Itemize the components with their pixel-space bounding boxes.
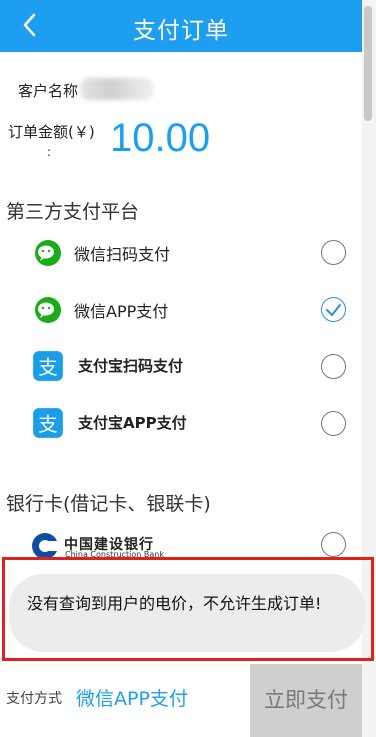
payment-method-label: 支付方式	[6, 691, 62, 707]
payment-option-label: 微信APP支付	[74, 302, 169, 321]
wechat-icon	[35, 240, 61, 266]
radio-unchecked[interactable]	[321, 354, 346, 379]
alipay-icon: 支	[33, 408, 63, 438]
svg-text:支: 支	[38, 413, 57, 436]
radio-checked[interactable]	[321, 297, 346, 322]
payment-option-wechat-scan[interactable]: 微信扫码支付	[0, 228, 362, 276]
payment-option-wechat-app[interactable]: 微信APP支付	[0, 285, 362, 333]
radio-unchecked[interactable]	[321, 411, 346, 436]
order-amount-colon: :	[47, 145, 52, 159]
checkmark-icon	[325, 303, 341, 316]
order-amount-value: 10.00	[110, 116, 211, 160]
payment-option-alipay-scan[interactable]: 支 支付宝扫码支付	[0, 342, 362, 390]
bank-card-section-title: 银行卡(借记卡、银联卡)	[6, 493, 211, 515]
third-party-section-title: 第三方支付平台	[6, 201, 140, 223]
order-amount-label: 订单金额(￥)	[8, 123, 95, 141]
customer-name-value-redacted	[80, 78, 154, 100]
radio-unchecked[interactable]	[321, 240, 346, 265]
app-header: 支付订单	[0, 0, 362, 52]
svg-text:支: 支	[38, 356, 57, 379]
pay-now-button[interactable]: 立即支付	[250, 664, 362, 737]
wechat-icon	[35, 297, 61, 323]
customer-name-label: 客户名称	[18, 82, 79, 100]
payment-option-label: 支付宝APP支付	[78, 414, 187, 432]
payment-option-label: 支付宝扫码支付	[78, 357, 184, 375]
page-title: 支付订单	[133, 18, 229, 44]
payment-option-alipay-app[interactable]: 支 支付宝APP支付	[0, 399, 362, 447]
bottom-bar: 支付方式 微信APP支付 立即支付	[0, 664, 362, 737]
radio-unchecked[interactable]	[321, 532, 346, 557]
payment-option-label: 微信扫码支付	[74, 245, 171, 264]
error-toast: 没有查询到用户的电价，不允许生成订单!	[9, 574, 365, 652]
alipay-icon: 支	[33, 351, 63, 381]
payment-method-value: 微信APP支付	[76, 688, 188, 710]
scrollbar-thumb[interactable]	[364, 6, 372, 121]
toast-message: 没有查询到用户的电价，不允许生成订单!	[27, 594, 322, 613]
